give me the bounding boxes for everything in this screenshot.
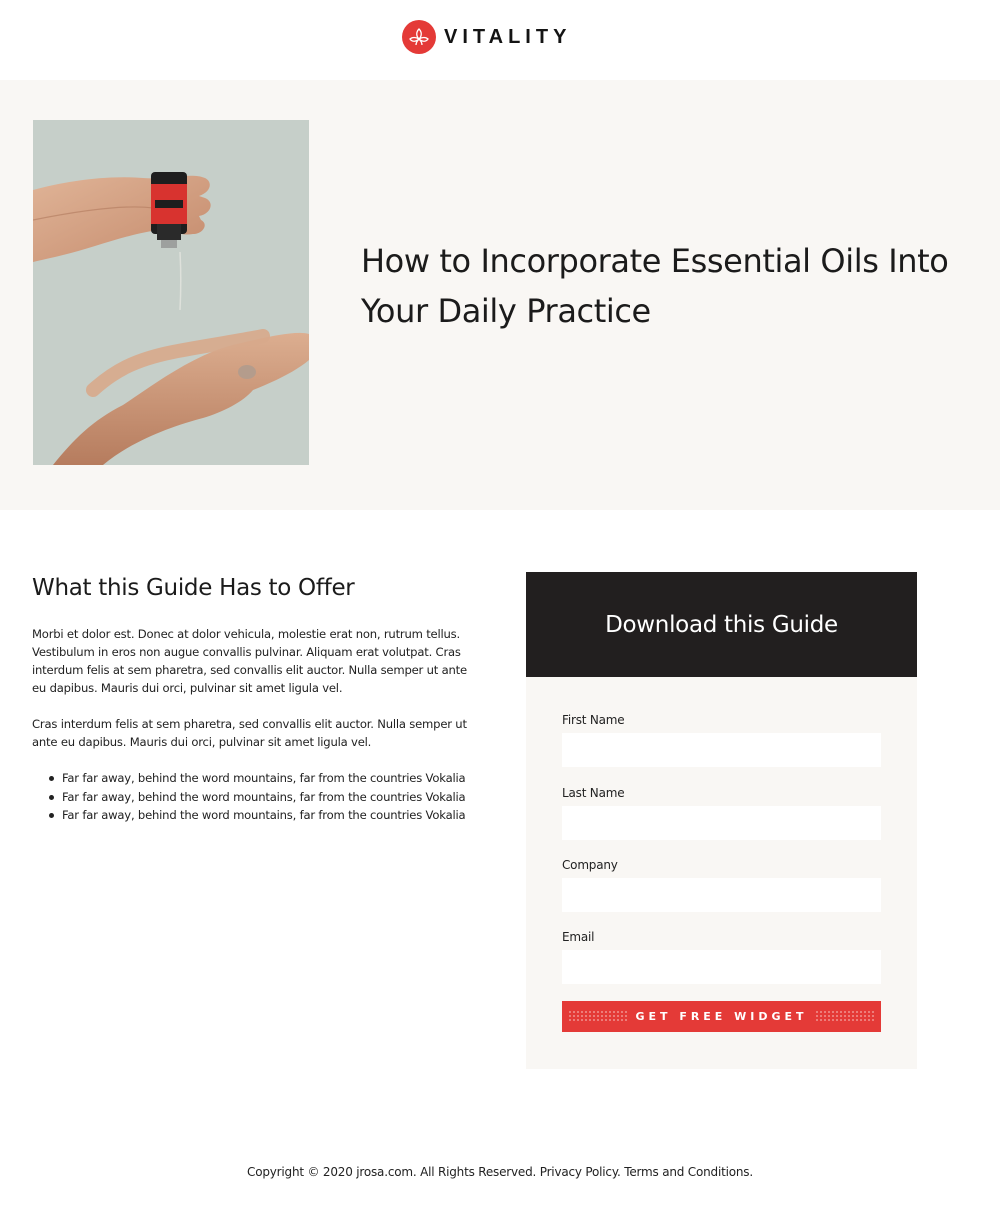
list-item: Far far away, behind the word mountains,… [49,806,482,825]
get-free-widget-button[interactable]: GET FREE WIDGET [562,1001,881,1032]
email-field[interactable] [562,950,881,984]
bullet-list: Far far away, behind the word mountains,… [32,769,482,825]
email-label: Email [562,930,595,944]
brand-logo[interactable]: VITALITY [402,19,571,55]
list-item: Far far away, behind the word mountains,… [49,788,482,807]
first-name-field[interactable] [562,733,881,767]
form-title: Download this Guide [605,611,838,638]
brand-name: VITALITY [444,25,572,48]
dot-pattern-decoration [815,1010,875,1023]
list-item: Far far away, behind the word mountains,… [49,769,482,788]
site-header: VITALITY [0,0,1000,80]
first-name-label: First Name [562,713,625,727]
guide-description: What this Guide Has to Offer Morbi et do… [32,572,482,825]
site-footer: Copyright © 2020 jrosa.com. All Rights R… [0,1165,1000,1179]
terms-link[interactable]: Terms and Conditions. [624,1165,753,1179]
hands-essential-oil-bottle-photo [33,120,309,465]
company-field[interactable] [562,878,881,912]
paragraph: Morbi et dolor est. Donec at dolor vehic… [32,627,467,695]
dot-pattern-decoration [568,1010,628,1023]
submit-button-label: GET FREE WIDGET [635,1010,808,1023]
lotus-icon [402,20,436,54]
form-header: Download this Guide [526,572,917,677]
last-name-field[interactable] [562,806,881,840]
page-title: How to Incorporate Essential Oils Into Y… [361,242,949,330]
section-heading: What this Guide Has to Offer [32,575,355,601]
download-form: Download this Guide First Name Last Name… [526,572,917,1069]
hero-section: How to Incorporate Essential Oils Into Y… [0,80,1000,510]
last-name-label: Last Name [562,786,625,800]
paragraph: Cras interdum felis at sem pharetra, sed… [32,717,467,749]
copyright-text: Copyright © 2020 jrosa.com. All Rights R… [247,1165,537,1179]
company-label: Company [562,858,618,872]
privacy-policy-link[interactable]: Privacy Policy. [540,1165,621,1179]
